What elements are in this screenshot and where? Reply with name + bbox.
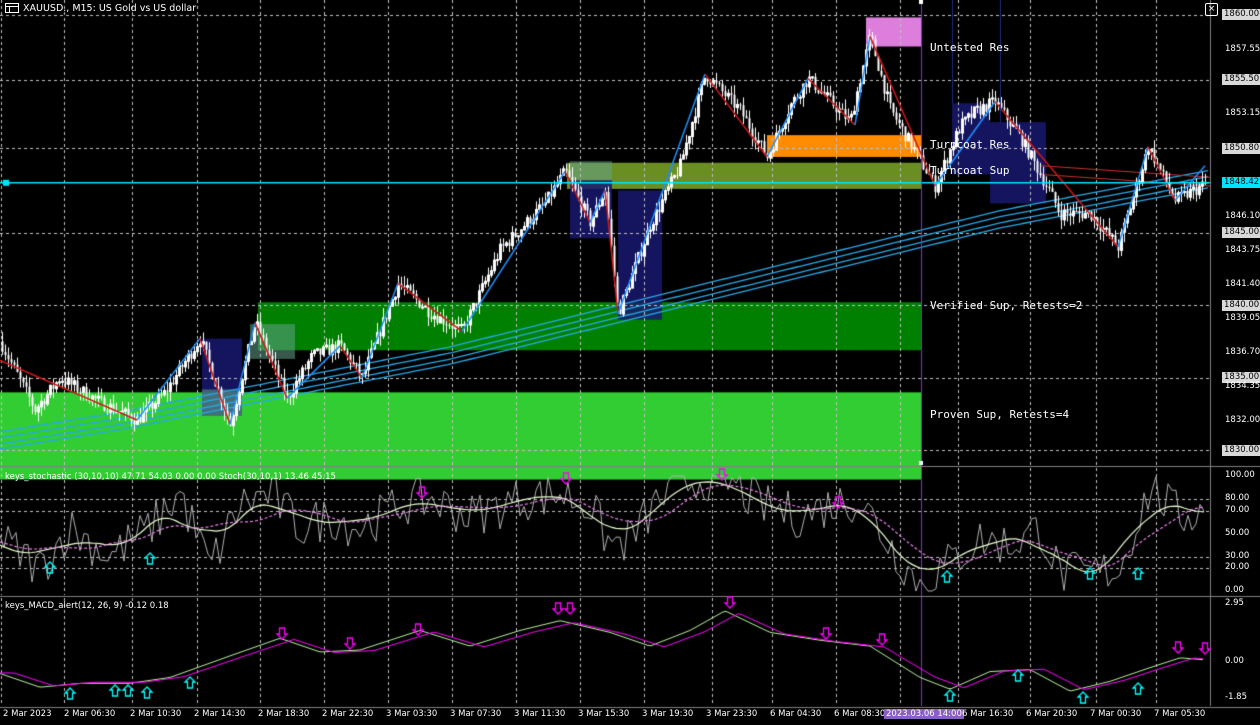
stochastic-tick-label: 70.00 xyxy=(1225,504,1250,515)
time-tick-label: 3 Mar 15:30 xyxy=(578,709,630,719)
zone-label-proven-sup: Proven Sup, Retests=4 xyxy=(930,408,1070,421)
price-tick-label: 1846.10 xyxy=(1225,210,1260,221)
price-tick-label: 1841.40 xyxy=(1225,278,1260,289)
price-tick-label: 1839.05 xyxy=(1225,312,1260,323)
price-tick-label: 1830.00 xyxy=(1222,444,1260,456)
time-tick-label: 2 Mar 14:30 xyxy=(194,709,246,719)
price-tick-label: 1840.00 xyxy=(1222,299,1260,311)
time-tick-label: 7 Mar 05:30 xyxy=(1154,709,1206,719)
stochastic-tick-label: 20.00 xyxy=(1225,562,1250,572)
stochastic-indicator-label: keys_stochastic (30,10,10) 47.71 54.03 0… xyxy=(5,472,336,482)
time-tick-label: 3 Mar 11:30 xyxy=(514,709,566,719)
price-tick-label: 1860.00 xyxy=(1222,9,1260,21)
stochastic-tick-label: 30.00 xyxy=(1225,550,1250,561)
time-tick-label: 2 Mar 22:30 xyxy=(322,709,374,719)
time-tick-label: 6 Mar 04:30 xyxy=(770,709,822,719)
zone-label-turncoat-sup: Turncoat Sup xyxy=(930,164,1010,177)
zone-label-verified-sup: Verified Sup, Retests=2 xyxy=(930,299,1083,312)
price-tick-label: 1855.50 xyxy=(1222,74,1260,86)
time-tick-label: 2 Mar 06:30 xyxy=(64,709,116,719)
macd-tick-label: -1.85 xyxy=(1225,692,1247,702)
macd-tick-label: 0.00 xyxy=(1225,655,1244,666)
stochastic-tick-label: 50.00 xyxy=(1225,527,1250,538)
price-tick-label: 1853.15 xyxy=(1225,108,1260,119)
price-tick-label: 1848.42 xyxy=(1222,177,1260,189)
stochastic-tick-label: 100.00 xyxy=(1225,470,1255,480)
price-tick-label: 1836.70 xyxy=(1225,347,1260,358)
time-tick-label: 3 Mar 07:30 xyxy=(450,709,502,719)
time-tick-label: 3 Mar 19:30 xyxy=(642,709,694,719)
macd-indicator-label: keys_MACD_alert(12, 26, 9) -0.12 0.18 xyxy=(5,601,169,611)
stochastic-tick-label: 0.00 xyxy=(1225,585,1244,595)
zone-label-untested-res: Untested Res xyxy=(930,41,1010,54)
chart-canvas[interactable] xyxy=(0,0,1260,725)
time-tick-label: 7 Mar 00:30 xyxy=(1090,709,1142,719)
time-tick-label: 2 Mar 18:30 xyxy=(258,709,310,719)
time-tick-label: 2 Mar 2023 xyxy=(3,709,52,719)
chart-window-icon xyxy=(5,3,19,16)
time-tick-label: 6 Mar 08:30 xyxy=(834,709,886,719)
time-tick-label: 2 Mar 10:30 xyxy=(130,709,182,719)
macd-tick-label: 2.95 xyxy=(1225,598,1244,608)
close-icon[interactable]: × xyxy=(1205,3,1218,16)
price-tick-label: 1834.35 xyxy=(1225,381,1260,392)
time-tick-label: 6 Mar 20:30 xyxy=(1026,709,1078,719)
time-crosshair-label: 2023.03.06 14:00 xyxy=(884,709,964,719)
price-tick-label: 1843.75 xyxy=(1225,244,1260,255)
stochastic-tick-label: 80.00 xyxy=(1225,493,1250,503)
price-tick-label: 1832.00 xyxy=(1225,415,1260,426)
chart-title: XAUUSD., M15: US Gold vs US dollar xyxy=(23,3,197,14)
time-tick-label: 3 Mar 23:30 xyxy=(706,709,758,719)
price-tick-label: 1850.80 xyxy=(1222,142,1260,154)
price-tick-label: 1857.55 xyxy=(1225,44,1260,55)
time-tick-label: 6 Mar 16:30 xyxy=(962,709,1014,719)
time-tick-label: 3 Mar 03:30 xyxy=(386,709,438,719)
zone-label-turncoat-res: Turncoat Res xyxy=(930,138,1010,151)
price-tick-label: 1845.00 xyxy=(1222,227,1260,238)
